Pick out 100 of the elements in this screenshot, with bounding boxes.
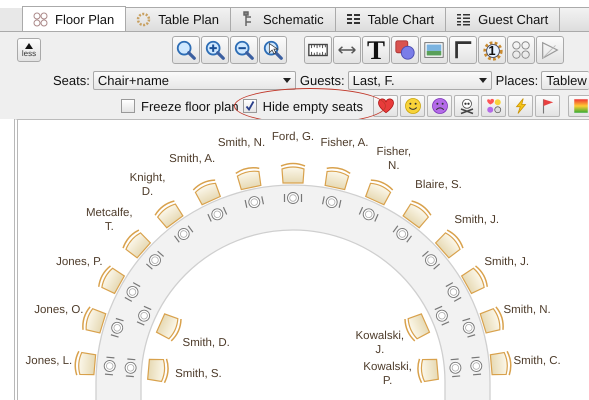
- chair-icon: [435, 229, 464, 258]
- chair-icon: [404, 313, 430, 342]
- chair-icon: [324, 167, 351, 190]
- chair-icon: [74, 350, 96, 376]
- sad-face-icon: [430, 97, 448, 115]
- chair-icon: [365, 179, 394, 206]
- chair-icon: [235, 167, 262, 190]
- place-setting-icon: [449, 358, 462, 378]
- guest-name: Smith, S.: [175, 366, 222, 381]
- place-setting-icon: [104, 356, 116, 376]
- dropdown[interactable]: Chair+name: [92, 70, 296, 90]
- chair-icon: [280, 162, 306, 184]
- field-label: Places:: [496, 72, 538, 88]
- list-icon: [455, 11, 472, 28]
- place-setting-icon: [244, 196, 264, 208]
- chair-icon: [154, 200, 184, 228]
- guest-name: Smith, C.: [513, 354, 561, 368]
- chair-icon: [82, 306, 106, 334]
- toolbar-button[interactable]: [373, 95, 398, 117]
- chair-icon: [156, 313, 182, 342]
- place-setting-icon: [470, 356, 482, 376]
- guest-name: Smith, N.: [218, 136, 266, 150]
- place-setting-icon: [174, 225, 194, 243]
- toolbar-button[interactable]: [454, 95, 479, 117]
- guest-name: Smith, N.: [503, 302, 551, 317]
- place-setting-icon: [358, 206, 379, 222]
- checkbox[interactable]: [121, 99, 135, 113]
- tab[interactable]: Schematic: [230, 7, 336, 31]
- caret-icon: [478, 78, 487, 82]
- up-triangle-icon: [25, 42, 33, 48]
- text-tool-button[interactable]: T: [362, 36, 390, 64]
- chair-icon: [98, 265, 125, 294]
- smiley-icon: [404, 97, 422, 115]
- place-setting-icon: [124, 358, 137, 378]
- zoom-in-icon: [204, 39, 226, 61]
- guest-name: Kowalski, J.: [356, 329, 404, 358]
- shapes-icon: [394, 39, 416, 61]
- place-setting-icon: [392, 225, 412, 243]
- mixed-faces-icon: [484, 97, 502, 115]
- place-setting-icon: [322, 196, 342, 208]
- tab[interactable]: Table Plan: [125, 7, 231, 31]
- checkbox[interactable]: [242, 99, 257, 113]
- toolbar-button[interactable]: [391, 36, 419, 64]
- place-setting-icon: [445, 282, 462, 302]
- place-setting-icon: [146, 250, 164, 270]
- chair-icon: [461, 265, 488, 294]
- guest-name: Metcalfe, T.: [86, 206, 133, 234]
- chair-icon: [480, 306, 504, 334]
- toolbar-button[interactable]: [259, 36, 287, 64]
- place-setting-icon: [422, 250, 440, 270]
- place-setting-icon: [136, 306, 152, 326]
- place-setting-icon: [207, 206, 228, 222]
- place-setting-icon: [110, 318, 124, 338]
- toolbar-button[interactable]: [400, 95, 425, 117]
- guest-name: Ford, G.: [272, 130, 314, 144]
- guest-name: Smith, J.: [454, 212, 500, 227]
- chair-icon: [417, 358, 439, 384]
- toolbar-button[interactable]: [304, 36, 332, 64]
- zoom-out-icon: [233, 39, 255, 61]
- guest-name: Smith, A.: [169, 152, 216, 166]
- guest-name: Fisher, A.: [320, 136, 368, 150]
- dropdown[interactable]: Last, F.: [348, 70, 492, 90]
- corner-icon: [452, 39, 474, 61]
- guest-name: Knight, D.: [130, 170, 166, 199]
- guest-name: Blaire, S.: [415, 178, 462, 192]
- round-table-icon: [135, 11, 152, 28]
- color-gradient-icon: [572, 97, 589, 115]
- toolbar-button[interactable]: [333, 36, 361, 64]
- guest-name: Smith, J.: [484, 255, 530, 270]
- guest-name: Jones, P.: [56, 255, 103, 270]
- less-button[interactable]: less: [17, 38, 41, 62]
- checkbox-label[interactable]: Hide empty seats: [262, 98, 363, 114]
- dropdown[interactable]: Tablew: [541, 70, 589, 90]
- toolbar-button[interactable]: [172, 36, 200, 64]
- place-setting-icon: [462, 318, 476, 338]
- field-label: Guests:: [300, 72, 345, 88]
- zoom-select-icon: [262, 39, 284, 61]
- chair-icon: [402, 200, 432, 228]
- toolbar-button[interactable]: [427, 95, 452, 117]
- chair-icon: [122, 229, 151, 258]
- toolbar-button[interactable]: [449, 36, 477, 64]
- numbered-table-button[interactable]: 1: [478, 36, 506, 64]
- chair-icon: [147, 358, 169, 384]
- tab[interactable]: Table Chart: [334, 7, 446, 31]
- picture-icon: [423, 39, 445, 61]
- heart-icon: [376, 97, 394, 115]
- toolbar-button[interactable]: [201, 36, 229, 64]
- guest-name: Jones, O.: [34, 302, 84, 317]
- tab[interactable]: Floor Plan: [22, 6, 126, 31]
- guest-name: Jones, L.: [26, 354, 72, 368]
- guest-name: Smith, D.: [182, 336, 230, 350]
- round-table-icon: [482, 40, 504, 62]
- triangle-icon: [539, 39, 561, 61]
- place-setting-icon: [284, 192, 302, 204]
- place-setting-icon: [124, 282, 141, 302]
- place-setting-icon: [434, 306, 450, 326]
- tab[interactable]: Guest Chart: [445, 7, 560, 31]
- toolbar-button[interactable]: [420, 36, 448, 64]
- chair-icon: [192, 179, 221, 206]
- toolbar-button[interactable]: [230, 36, 258, 64]
